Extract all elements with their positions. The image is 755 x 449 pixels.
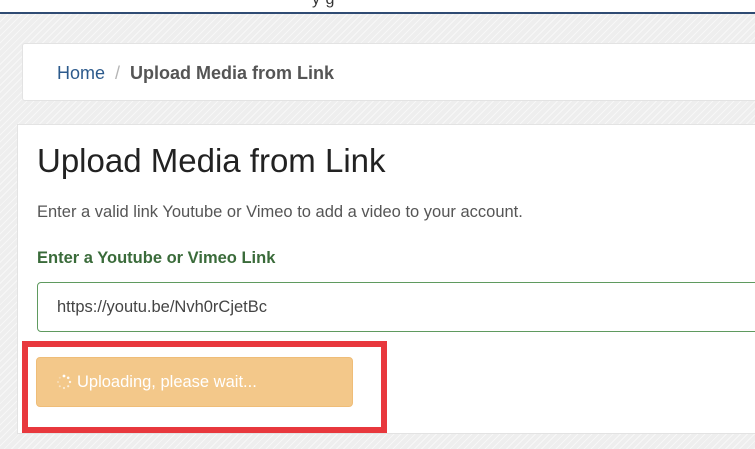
header-cut-off-text: y g	[312, 0, 335, 9]
breadcrumb-panel: Home / Upload Media from Link	[22, 43, 755, 101]
page-description: Enter a valid link Youtube or Vimeo to a…	[37, 203, 523, 221]
spinner-icon	[56, 374, 72, 390]
video-link-input[interactable]	[37, 282, 755, 332]
top-header-strip: y g	[0, 0, 755, 14]
breadcrumb: Home / Upload Media from Link	[57, 63, 334, 83]
upload-button-label: Uploading, please wait...	[77, 372, 257, 391]
breadcrumb-separator: /	[115, 63, 121, 83]
link-field-label: Enter a Youtube or Vimeo Link	[37, 249, 276, 267]
upload-panel: Upload Media from Link Enter a valid lin…	[17, 124, 755, 434]
upload-button[interactable]: Uploading, please wait...	[36, 357, 353, 407]
breadcrumb-current-page: Upload Media from Link	[130, 63, 335, 83]
breadcrumb-home-link[interactable]: Home	[57, 63, 105, 83]
page-title: Upload Media from Link	[37, 142, 386, 179]
